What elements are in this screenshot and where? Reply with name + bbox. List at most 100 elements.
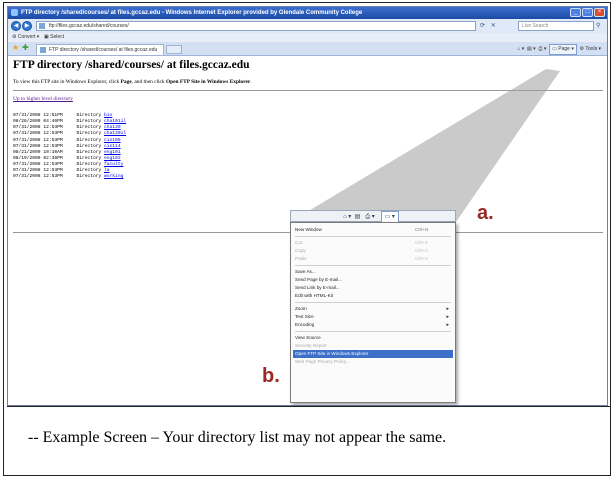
page-menu-button[interactable]: ▭ Page ▾ [549,44,577,55]
directory-row-type: Directory [76,149,102,155]
directory-link[interactable]: cis105 [104,138,121,143]
menu-item[interactable]: Zoom ▸ [293,305,453,313]
directory-row-type: Directory [76,155,102,161]
url-text: ftp://files.gccaz.edu/shared/courses/ [49,23,129,29]
url-input[interactable]: ftp://files.gccaz.edu/shared/courses/ [36,21,476,31]
select-label: Select [50,34,65,40]
feeds-icon[interactable]: ▤ ▾ [527,46,536,52]
menu-item-shortcut: Ctrl+X [415,240,428,245]
zoomed-print-icon[interactable]: ⎙ ▾ [365,214,374,220]
menu-separator [295,265,451,266]
directory-link[interactable]: cha130il [104,131,126,136]
instruction-open-command: Open FTP Site in Windows Explorer [165,79,251,85]
title-bar: FTP directory /shared/courses/ at files.… [8,7,607,19]
directory-row-time: 12:53PM [43,174,63,180]
directory-link[interactable]: eng101 [104,150,121,155]
menu-item[interactable]: Send Page by E-mail... [293,276,453,284]
tab-ftp-directory[interactable]: FTP directory /shared/courses/ at files.… [36,44,164,55]
menu-item: Security Report [293,342,453,350]
menu-item[interactable]: Send Link by E-mail... [293,284,453,292]
directory-list: 07/31/2008 12:51PM Directory bio 08/26/20… [13,113,126,181]
convert-label: Convert [17,34,36,40]
directory-row-meta: 08/21/2009 [13,149,41,155]
search-input[interactable]: Live Search [518,21,594,31]
instruction-text: To view this FTP site in Windows Explore… [13,79,252,85]
menu-item-label: Encoding [295,322,315,327]
menu-item-label: Zoom [295,306,307,311]
directory-row-meta: 08/26/2009 [13,119,41,125]
directory-row-type: Directory [76,143,102,149]
directory-row-type: Directory [76,125,102,131]
menu-item[interactable]: Encoding ▸ [293,321,453,329]
directory-link[interactable]: eng102 [104,156,121,161]
minimize-icon[interactable]: _ [570,8,581,17]
directory-row-type: Directory [76,162,102,168]
zoomed-home-icon[interactable]: ⌂ ▾ [343,214,351,220]
menu-item-label: Edit with HTML-Kit [295,293,334,298]
directory-row-time: 12:53PM [43,162,63,168]
directory-row-meta: 07/31/2008 [13,137,41,143]
directory-row-type: Directory [76,113,102,118]
directory-row-type: Directory [76,119,102,125]
search-icon[interactable]: ⚲ [596,22,600,29]
select-button[interactable]: ▣ Select [44,33,64,42]
refresh-stop-icons[interactable]: ⟳ ✕ [480,22,498,29]
directory-row-type: Directory [76,168,102,174]
new-tab-button[interactable] [166,45,182,54]
directory-row-meta: 08/19/2009 [13,155,41,161]
tab-bar: ★ ✚ FTP directory /shared/courses/ at fi… [8,42,607,56]
caption: -- Example Screen – Your directory list … [28,429,447,446]
menu-item-label: Security Report [295,343,327,348]
menu-item-label: New Window [295,227,322,232]
menu-item[interactable]: Open FTP Site in Windows Explorer [293,350,453,358]
maximize-icon[interactable]: □ [582,8,593,17]
directory-row-time: 10:10AM [43,149,63,155]
directory-link[interactable]: working [104,174,123,179]
menu-item: Web Page Privacy Policy... [293,358,453,366]
instruction-page-word: Page [120,79,132,85]
menu-item-label: Paste [295,256,307,261]
up-directory-link[interactable]: Up to higher level directory [13,96,73,102]
favorites-star-icon[interactable]: ★ [12,44,19,52]
directory-row-time: 04:46PM [43,119,63,125]
directory-link[interactable]: bio [104,113,112,118]
print-icon[interactable]: ⎙ ▾ [538,46,546,52]
zoomed-feeds-icon[interactable]: ▤ [355,214,361,220]
menu-item-shortcut: Ctrl+V [415,256,428,261]
figure-frame: FTP directory /shared/courses/ at files.… [3,2,611,476]
back-icon[interactable]: ◀ [11,21,21,31]
menu-item: Copy Ctrl+C [293,247,453,255]
menu-item-label: Web Page Privacy Policy... [295,359,350,364]
home-icon[interactable]: ⌂ ▾ [517,46,524,52]
menu-separator [295,302,451,303]
directory-row-type: Directory [76,131,102,137]
menu-item[interactable]: View Source [293,334,453,342]
menu-item-label: Text Size [295,314,314,319]
menu-item[interactable]: Save As... [293,268,453,276]
directory-row-time: 02:36PM [43,155,63,161]
directory-link[interactable]: cis114 [104,144,121,149]
page-menu-label: Page [558,46,570,52]
directory-link[interactable]: faculty [104,162,123,167]
close-icon[interactable]: × [594,8,605,17]
divider [13,90,603,91]
tools-menu-button[interactable]: ⚙ Tools ▾ [580,46,601,52]
page-context-menu: New Window Ctrl+N Cut Ctrl+X Copy Ctrl+C Paste… [290,222,456,403]
directory-link[interactable]: cha130 [104,125,121,130]
directory-link[interactable]: cha101il [104,119,126,124]
convert-button[interactable]: ⚙ Convert ▾ [12,33,39,42]
tab-page-icon [40,47,46,53]
add-favorites-icon[interactable]: ✚ [22,44,29,52]
window-controls: _ □ × [570,8,605,17]
directory-row-meta: 07/31/2008 [13,113,41,118]
menu-item[interactable]: Edit with HTML-Kit [293,292,453,300]
menu-item-label: Send Link by E-mail... [295,285,340,290]
submenu-arrow-icon: ▸ [446,322,449,328]
menu-item: Paste Ctrl+V [293,255,453,263]
forward-icon[interactable]: ▶ [22,21,32,31]
annotation-b: b. [262,365,280,387]
menu-item[interactable]: Text Size ▸ [293,313,453,321]
menu-item[interactable]: New Window Ctrl+N [293,226,453,234]
directory-link[interactable]: la [104,168,110,173]
tab-label: FTP directory /shared/courses/ at files.… [49,47,158,53]
